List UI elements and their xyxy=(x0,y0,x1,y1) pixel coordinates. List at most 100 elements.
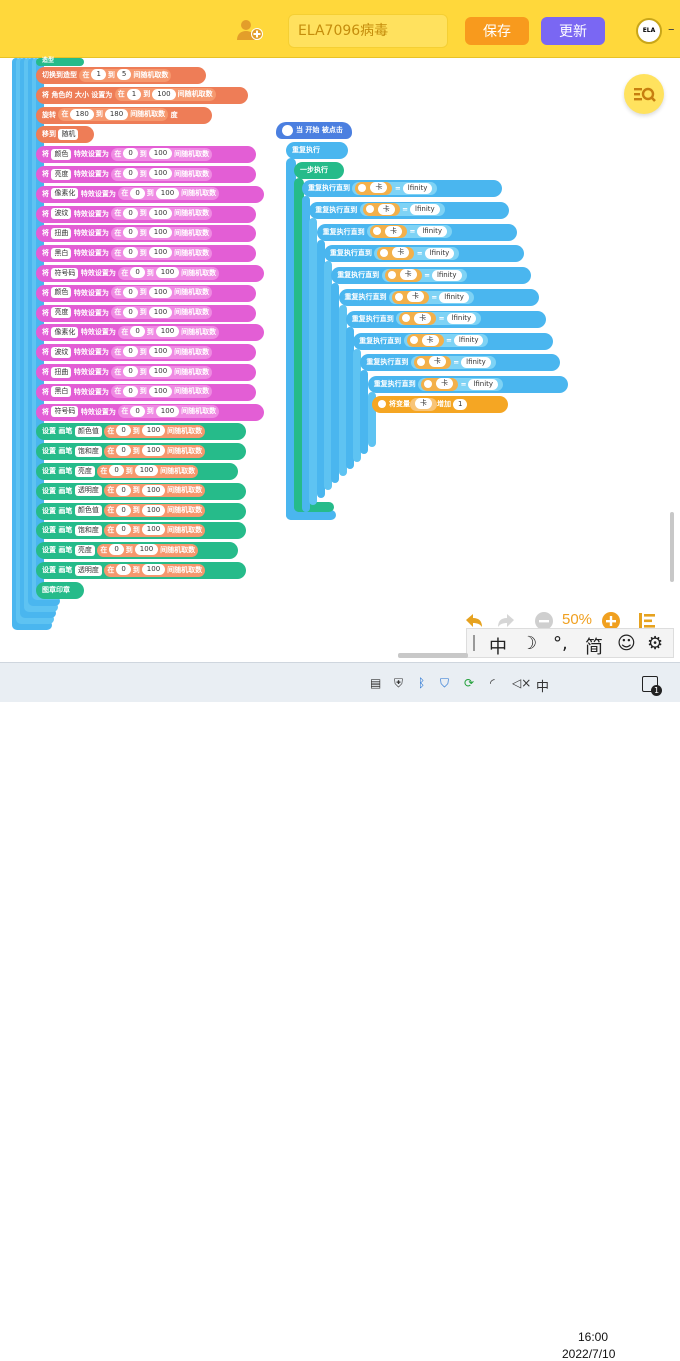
random-reporter[interactable]: 在 0 到 100 间随机取数 xyxy=(104,484,206,498)
variable-dropdown[interactable]: 卡 xyxy=(406,291,424,302)
number-input[interactable]: 0 xyxy=(116,504,131,516)
dropdown-select[interactable]: 波纹 xyxy=(51,208,72,220)
number-input[interactable]: 0 xyxy=(116,484,131,496)
value-input[interactable]: lfinity xyxy=(402,182,433,194)
bluetooth-icon[interactable]: ᛒ xyxy=(418,676,425,690)
variable-reporter[interactable]: 卡 xyxy=(413,355,451,369)
dropdown-select[interactable]: 黑白 xyxy=(51,247,72,259)
update-button[interactable]: 更新 xyxy=(541,17,605,45)
variable-dropdown[interactable]: 卡 xyxy=(385,225,403,237)
stamp-block[interactable]: 图章印章 xyxy=(36,581,84,599)
ime-emoji-icon[interactable]: ☺ xyxy=(617,633,636,654)
number-input[interactable]: 1 xyxy=(91,69,106,80)
random-reporter[interactable]: 在 0 到 100 间随机取数 xyxy=(111,365,213,379)
number-input[interactable]: 0 xyxy=(123,207,138,219)
random-reporter[interactable]: 在 0 到 100 间随机取数 xyxy=(104,444,206,458)
set-effect-block[interactable]: 将 像素化 特效设置为 在 0 到 100 间随机取数 xyxy=(36,185,264,203)
number-input[interactable]: 0 xyxy=(123,306,138,318)
set-pen-block[interactable]: 设置 画笔 饱和度 在 0 到 100 间随机取数 xyxy=(36,522,246,540)
set-effect-block[interactable]: 将 符号码 特效设置为 在 0 到 100 间随机取数 xyxy=(36,403,264,421)
block-search-button[interactable] xyxy=(624,74,664,114)
variable-reporter[interactable]: 卡 xyxy=(377,246,415,260)
dropdown-select[interactable]: 颜色 xyxy=(51,148,72,160)
variable-reporter[interactable]: 卡 xyxy=(410,397,437,411)
variable-reporter[interactable]: 卡 xyxy=(421,377,459,391)
number-input[interactable]: 0 xyxy=(130,187,145,199)
green-flag-hat-block[interactable]: 当 开始 被点击 xyxy=(276,122,352,139)
dropdown-select[interactable]: 饱和度 xyxy=(74,445,102,457)
security-shield-icon[interactable]: ⛨ xyxy=(394,676,403,691)
set-effect-block[interactable]: 将 亮度 特效设置为 在 0 到 100 间随机取数 xyxy=(36,166,256,183)
value-input[interactable]: lfinity xyxy=(410,204,440,216)
set-pen-block[interactable]: 设置 画笔 透明度 在 0 到 100 间随机取数 xyxy=(36,482,246,500)
ime-simplified-toggle[interactable]: 简 xyxy=(585,633,603,659)
number-input[interactable]: 100 xyxy=(152,88,176,100)
forever-block[interactable]: 重复执行 xyxy=(286,142,348,159)
tablet-mode-icon[interactable]: ▤ xyxy=(370,676,381,690)
dropdown-select[interactable]: 亮度 xyxy=(74,544,95,556)
value-input[interactable]: lfinity xyxy=(424,247,455,259)
variable-reporter[interactable]: 卡 xyxy=(384,268,422,282)
speaker-muted-icon[interactable]: ◁× xyxy=(512,676,531,690)
random-reporter[interactable]: 在 0 到 100 间随机取数 xyxy=(118,325,220,339)
set-effect-block[interactable]: 将 黑白 特效设置为 在 0 到 100 间随机取数 xyxy=(36,383,256,401)
number-input[interactable]: 0 xyxy=(116,564,131,575)
variable-dropdown[interactable]: 卡 xyxy=(377,203,395,215)
repeat-until-block[interactable]: 重复执行直到 卡 = lfinity xyxy=(338,289,539,306)
equals-condition[interactable]: 卡 = lfinity xyxy=(359,203,445,217)
number-input[interactable]: 0 xyxy=(116,425,131,437)
number-input[interactable]: 100 xyxy=(148,168,173,179)
random-reporter[interactable]: 在 1 到 100 间随机取数 xyxy=(114,88,216,102)
costume-block-top[interactable]: 造型 xyxy=(36,58,84,66)
set-effect-block[interactable]: 将 亮度 特效设置为 在 0 到 100 间随机取数 xyxy=(36,304,256,322)
value-input[interactable]: lfinity xyxy=(431,269,462,281)
variable-dropdown[interactable]: 卡 xyxy=(428,356,446,368)
variable-dropdown[interactable]: 卡 xyxy=(436,378,454,390)
set-pen-block[interactable]: 设置 画笔 亮度 在 0 到 100 间随机取数 xyxy=(36,542,238,560)
dropdown-select[interactable]: 符号码 xyxy=(51,406,79,418)
number-input[interactable]: 0 xyxy=(123,247,138,259)
number-input[interactable]: 0 xyxy=(130,267,145,278)
value-input[interactable]: lfinity xyxy=(439,291,469,303)
repeat-until-block[interactable]: 重复执行直到 卡 = lfinity xyxy=(367,376,568,394)
number-input[interactable]: 100 xyxy=(155,267,180,278)
number-input[interactable]: 0 xyxy=(116,445,131,457)
dropdown-select[interactable]: 透明度 xyxy=(74,485,102,497)
number-input[interactable]: 100 xyxy=(148,207,173,219)
clock-date[interactable]: 2022/7/10 xyxy=(562,1347,615,1361)
ime-indicator[interactable]: 中 xyxy=(536,676,549,695)
project-name-input[interactable]: ELA7096病毒 xyxy=(288,14,448,48)
number-input[interactable]: 100 xyxy=(141,484,166,496)
random-reporter[interactable]: 在 0 到 100 间随机取数 xyxy=(111,167,213,181)
number-input[interactable]: 0 xyxy=(123,168,138,179)
number-input[interactable]: 0 xyxy=(130,326,145,338)
variable-reporter[interactable]: 卡 xyxy=(399,312,437,326)
window-minimize-control[interactable]: – xyxy=(668,22,680,38)
save-button[interactable]: 保存 xyxy=(465,17,529,45)
set-pen-block[interactable]: 设置 画笔 亮度 在 0 到 100 间随机取数 xyxy=(36,463,238,480)
random-reporter[interactable]: 在 0 到 100 间随机取数 xyxy=(111,286,213,300)
random-reporter[interactable]: 在 0 到 100 间随机取数 xyxy=(111,306,213,320)
number-input[interactable]: 0 xyxy=(109,544,124,556)
variable-dropdown[interactable]: 卡 xyxy=(399,269,417,281)
repeat-until-block[interactable]: 重复执行直到 卡 = lfinity xyxy=(345,310,546,328)
number-input[interactable]: 100 xyxy=(148,366,173,377)
number-input[interactable]: 0 xyxy=(123,148,138,160)
ime-punctuation-toggle[interactable]: °, xyxy=(553,633,568,654)
dropdown-select[interactable]: 扭曲 xyxy=(51,366,72,378)
dropdown-select[interactable]: 像素化 xyxy=(51,326,79,338)
number-input[interactable]: 100 xyxy=(148,286,173,298)
motion-block[interactable]: 移到 随机 xyxy=(36,126,94,144)
equals-condition[interactable]: 卡 = lfinity xyxy=(388,290,474,304)
value-input[interactable]: lfinity xyxy=(446,313,477,325)
equals-condition[interactable]: 卡 = lfinity xyxy=(367,225,452,239)
change-variable-block[interactable]: 将变量卡增加 1 xyxy=(372,396,508,413)
random-reporter[interactable]: 在 0 到 100 间随机取数 xyxy=(111,207,213,221)
dropdown-select[interactable]: 颜色 xyxy=(51,287,72,299)
number-input[interactable]: 0 xyxy=(123,385,138,397)
set-pen-block[interactable]: 设置 画笔 饱和度 在 0 到 100 间随机取数 xyxy=(36,443,246,461)
repeat-until-block[interactable]: 重复执行直到 卡 = lfinity xyxy=(331,267,532,285)
step-block[interactable]: 一步执行 xyxy=(294,162,344,179)
set-effect-block[interactable]: 将 波纹 特效设置为 在 0 到 100 间随机取数 xyxy=(36,205,256,223)
random-reporter[interactable]: 在 0 到 100 间随机取数 xyxy=(111,226,213,240)
